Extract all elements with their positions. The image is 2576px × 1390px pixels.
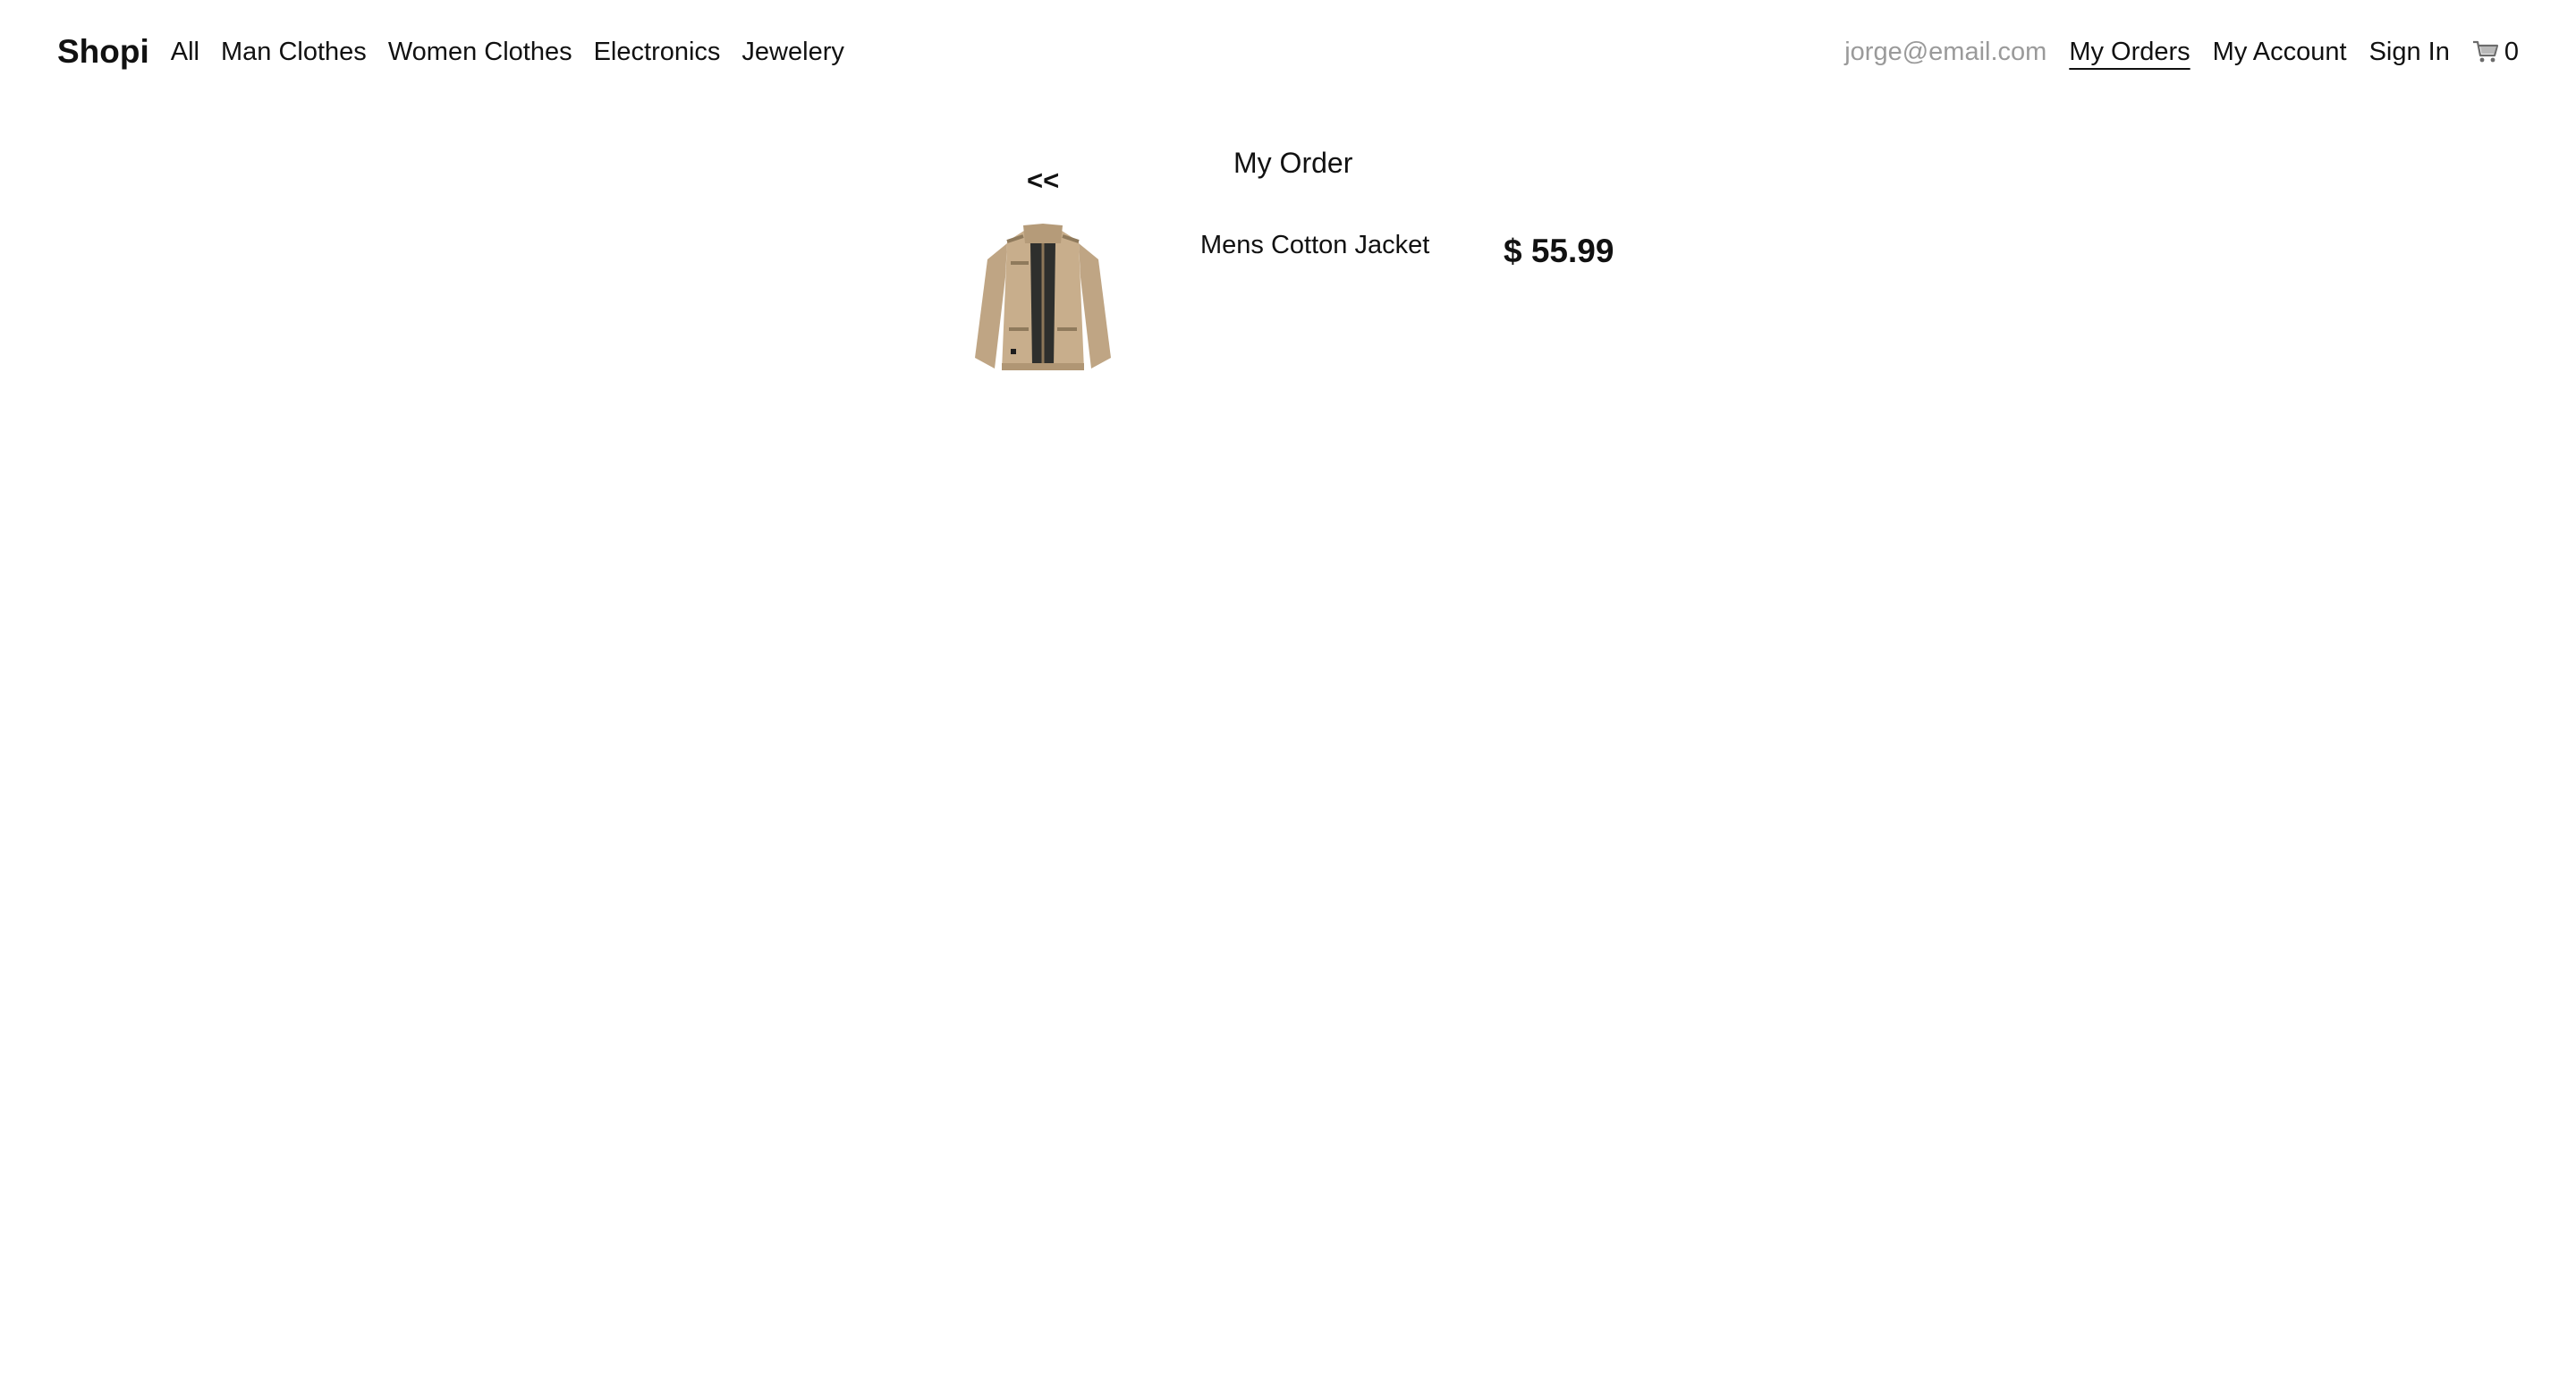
order-item-card: Mens Cotton Jacket $ 55.99 <box>966 224 1646 376</box>
product-name: Mens Cotton Jacket <box>1200 231 1430 259</box>
nav-category-women-clothes[interactable]: Women Clothes <box>388 38 572 67</box>
nav-sign-in[interactable]: Sign In <box>2369 38 2450 67</box>
nav-category-man-clothes[interactable]: Man Clothes <box>221 38 367 67</box>
page-title: My Order <box>1233 147 1353 179</box>
nav-my-account[interactable]: My Account <box>2213 38 2347 67</box>
nav-my-orders[interactable]: My Orders <box>2069 38 2190 67</box>
navbar-left: Shopi All Man Clothes Women Clothes Elec… <box>57 33 866 71</box>
nav-category-electronics[interactable]: Electronics <box>594 38 721 67</box>
nav-category-jewelery[interactable]: Jewelery <box>741 38 843 67</box>
back-button[interactable]: << <box>1027 165 1059 197</box>
jacket-image <box>971 224 1114 374</box>
navbar-right: jorge@email.com My Orders My Account Sig… <box>1822 38 2519 67</box>
top-navbar: Shopi All Man Clothes Women Clothes Elec… <box>0 0 2576 104</box>
cart-icon <box>2472 40 2498 63</box>
product-price: $ 55.99 <box>1504 233 1614 269</box>
user-email: jorge@email.com <box>1844 37 2047 66</box>
nav-category-all[interactable]: All <box>171 38 199 67</box>
cart-button[interactable]: 0 <box>2472 38 2519 67</box>
cart-count: 0 <box>2504 37 2519 66</box>
brand-logo[interactable]: Shopi <box>57 33 149 71</box>
order-header: << My Order <box>966 143 1610 215</box>
